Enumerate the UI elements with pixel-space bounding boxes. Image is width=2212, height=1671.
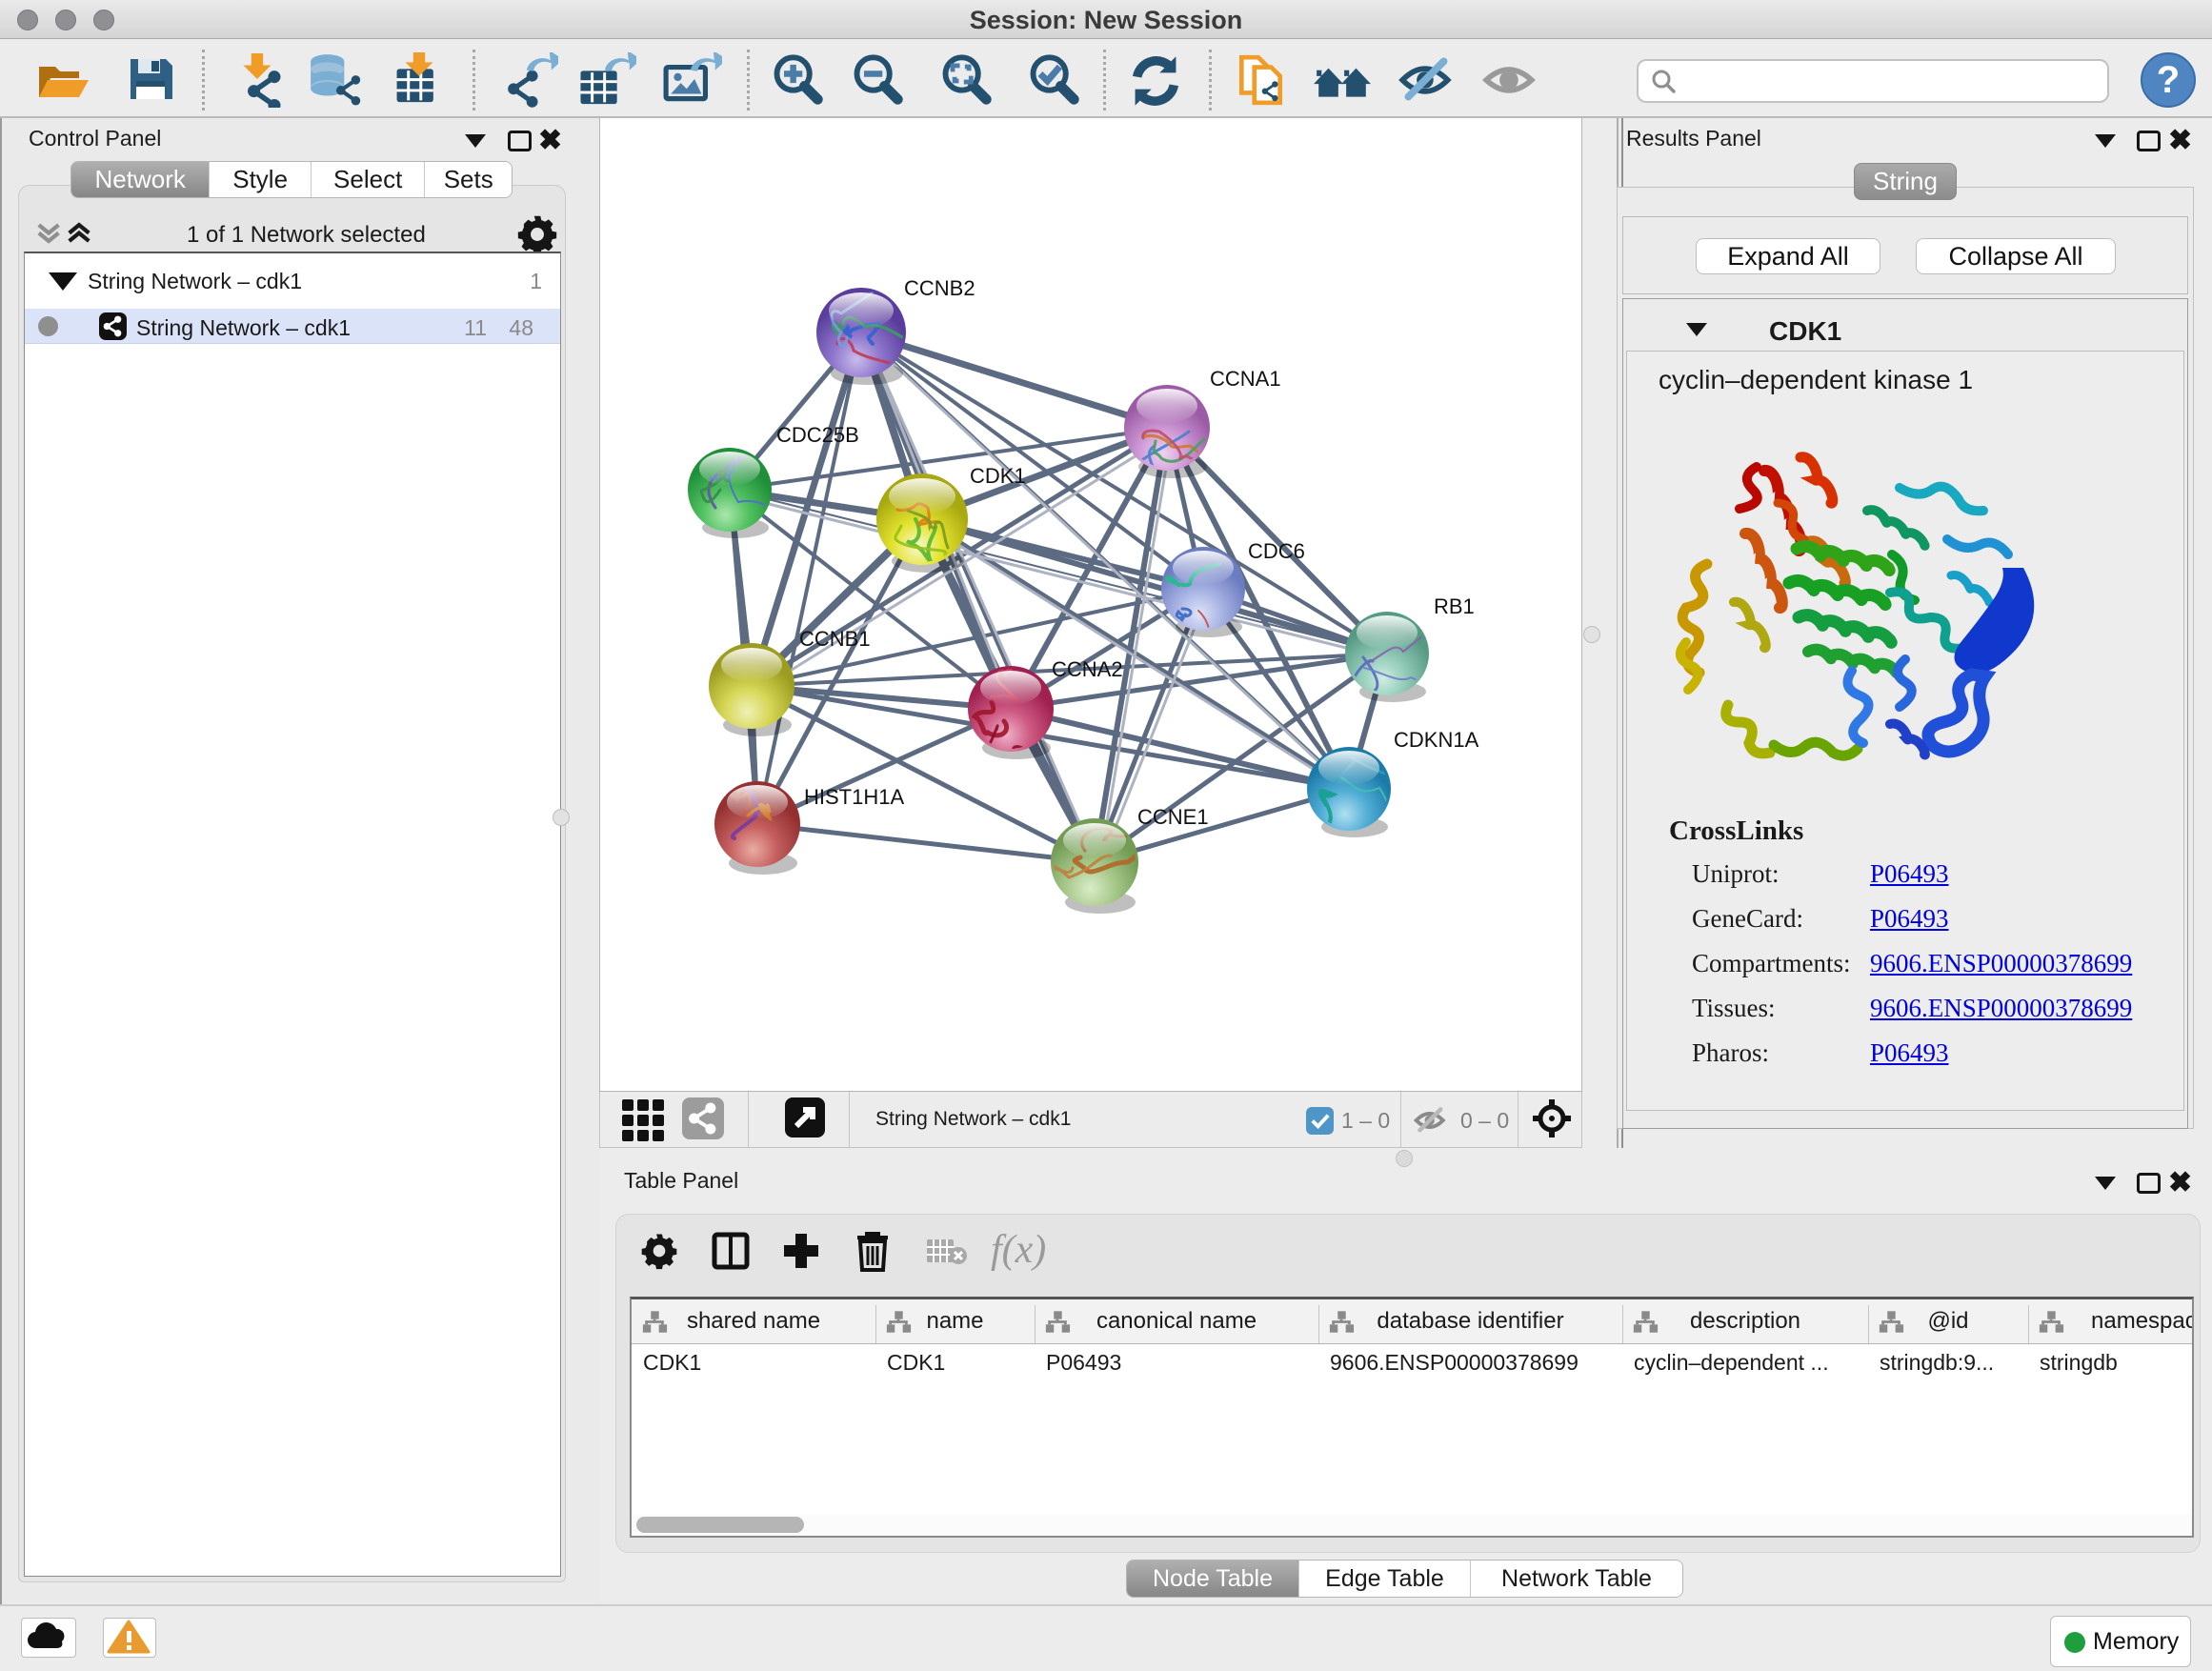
svg-text:CCNB1: CCNB1	[799, 627, 871, 651]
svg-text:CCNA1: CCNA1	[1210, 367, 1281, 391]
svg-text:CCNB2: CCNB2	[904, 276, 975, 300]
svg-text:CDC25B: CDC25B	[776, 423, 859, 447]
svg-text:CCNE1: CCNE1	[1137, 805, 1209, 829]
svg-text:CDKN1A: CDKN1A	[1394, 728, 1479, 752]
svg-text:CDK1: CDK1	[970, 464, 1026, 488]
svg-text:CCNA2: CCNA2	[1052, 657, 1123, 681]
svg-text:RB1: RB1	[1434, 594, 1475, 618]
svg-text:CDC6: CDC6	[1248, 539, 1305, 563]
svg-text:HIST1H1A: HIST1H1A	[804, 785, 904, 809]
